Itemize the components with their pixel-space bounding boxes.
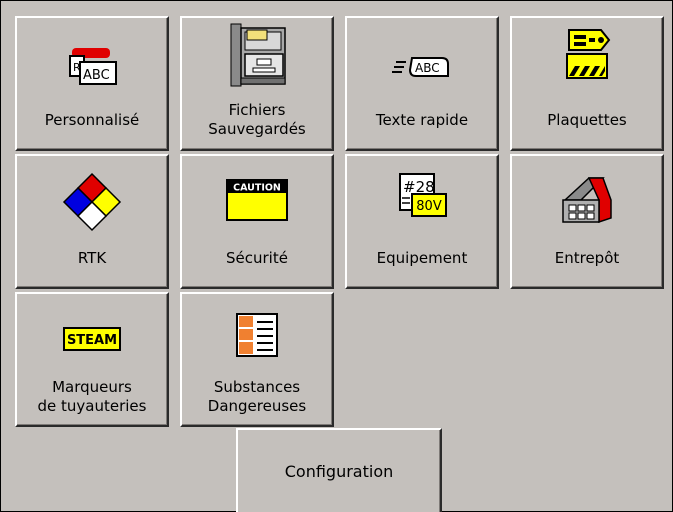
rtk-label: RTK <box>77 249 107 267</box>
svg-text:80V: 80V <box>416 199 442 214</box>
svg-text:CAUTION: CAUTION <box>233 183 281 194</box>
custom-label-icon: R ABC <box>52 28 132 94</box>
warehouse-icon <box>547 166 627 232</box>
configuration-button[interactable]: Configuration <box>236 428 442 512</box>
caution-sign-icon: CAUTION <box>217 166 297 232</box>
svg-text:ABC: ABC <box>415 61 440 75</box>
substances-dangereuses-button[interactable]: Substances Dangereuses <box>180 292 334 427</box>
securite-button[interactable]: CAUTION Sécurité <box>180 154 334 289</box>
entrepot-label: Entrepôt <box>554 249 620 267</box>
entrepot-button[interactable]: Entrepôt <box>510 154 664 289</box>
svg-text:ABC: ABC <box>83 68 110 83</box>
fichiers-sauvegardes-button[interactable]: Fichiers Sauvegardés <box>180 16 334 151</box>
personnalise-label: Personnalisé <box>44 111 140 129</box>
hazard-diamond-icon <box>52 166 132 232</box>
marqueurs-tuyauteries-label: Marqueurs de tuyauteries <box>37 377 147 415</box>
substances-dangereuses-label: Substances Dangereuses <box>207 377 307 415</box>
plaquettes-label: Plaquettes <box>547 111 627 129</box>
file-cabinet-icon <box>217 22 297 88</box>
svg-text:STEAM: STEAM <box>67 333 117 348</box>
texte-rapide-button[interactable]: ABC Texte rapide <box>345 16 499 151</box>
securite-label: Sécurité <box>226 249 288 267</box>
texte-rapide-label: Texte rapide <box>375 111 469 129</box>
rtk-button[interactable]: RTK <box>15 154 169 289</box>
pipe-marker-icon: STEAM <box>52 304 132 370</box>
quick-text-icon: ABC <box>382 28 462 94</box>
hazmat-label-icon <box>217 304 297 370</box>
equipment-label-icon: #28 80V <box>382 166 462 232</box>
marqueurs-tuyauteries-button[interactable]: STEAM Marqueurs de tuyauteries <box>15 292 169 427</box>
tag-plate-icon <box>547 24 627 90</box>
equipement-button[interactable]: #28 80V Equipement <box>345 154 499 289</box>
equipement-label: Equipement <box>376 249 468 267</box>
personnalise-button[interactable]: R ABC Personnalisé <box>15 16 169 151</box>
fichiers-sauvegardes-label: Fichiers Sauvegardés <box>208 100 306 138</box>
plaquettes-button[interactable]: Plaquettes <box>510 16 664 151</box>
label-menu-screen: R ABC Personnalisé Fichiers Sauvegardés <box>0 0 673 512</box>
